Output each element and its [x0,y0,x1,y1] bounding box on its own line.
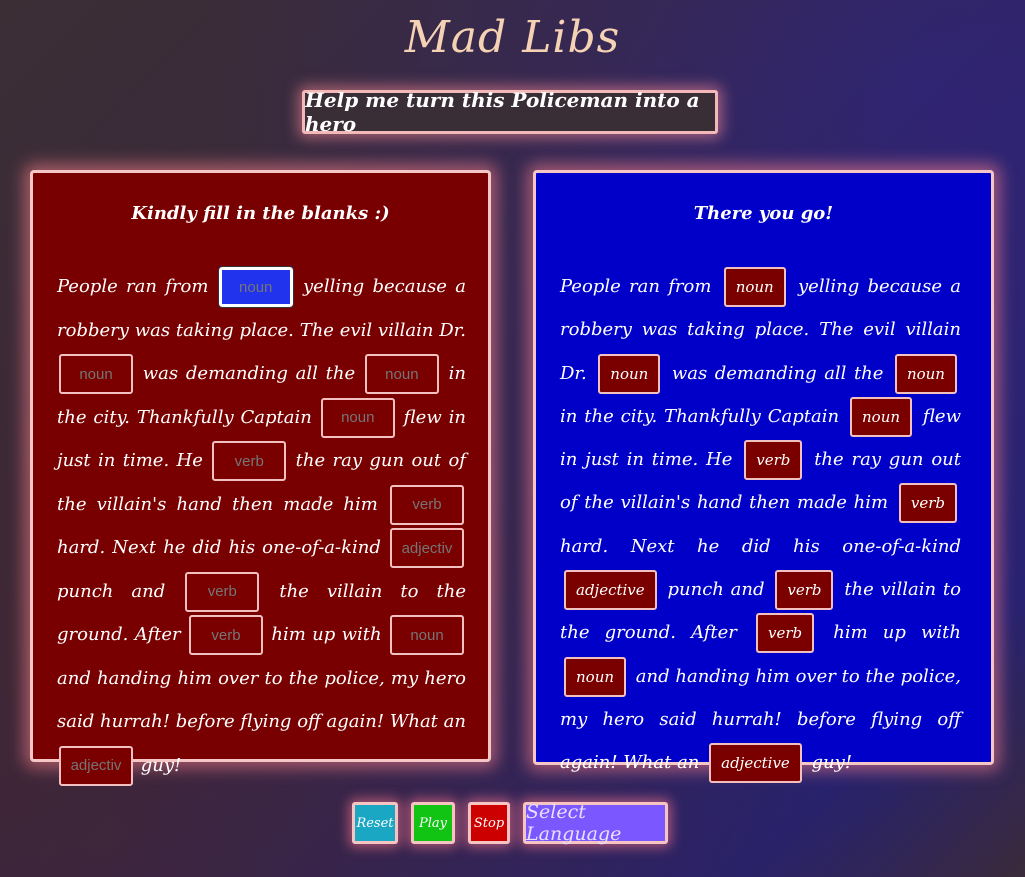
filled-word: noun [598,353,661,394]
filled-word: noun [723,267,786,307]
select-language-button[interactable]: Select Language [523,801,668,845]
story-text: was demanding all the [142,363,356,384]
blank-noun-2[interactable] [59,354,133,394]
filled-word: noun [850,396,913,437]
control-bar: Reset Play Stop Select Language [352,801,668,845]
story-text: guy! [811,752,853,774]
reset-button[interactable]: Reset [352,802,398,844]
story-text: People ran from [57,276,209,297]
blank-verb-1[interactable] [212,441,287,481]
blank-verb-4[interactable] [188,615,263,655]
filled-word: noun [894,353,957,394]
blank-verb-3[interactable] [185,571,260,612]
story-text: him up with [271,624,382,645]
blank-noun-3[interactable] [364,354,439,394]
filled-word: verb [898,483,957,524]
blank-adjective-2[interactable] [59,745,133,786]
filled-word: adjective [564,570,657,611]
result-story: People ran from noun yelling because a r… [560,265,961,785]
story-text: People ran from [560,276,712,297]
input-panel-heading: Kindly fill in the blanks :) [131,203,390,224]
blank-verb-2[interactable] [390,484,464,525]
filled-word: verb [744,440,803,481]
result-panel: There you go! People ran from noun yelli… [533,170,994,784]
stop-button[interactable]: Stop [468,802,510,844]
story-text: punch and [57,580,166,602]
story-text: him up with [833,622,961,644]
input-story: People ran from yelling because a robber… [57,265,466,787]
story-text: hard. Next he did his one-of-a-kind [560,535,961,557]
blank-noun-4[interactable] [320,397,395,438]
blank-noun-5[interactable] [390,615,464,655]
filled-word: verb [775,570,834,611]
story-text: and handing him over to the police, my h… [57,667,466,733]
input-panel: Kindly fill in the blanks :) People ran … [30,170,491,786]
filled-word: noun [564,656,627,697]
play-button[interactable]: Play [411,802,455,844]
story-text: punch and [667,579,765,601]
page-title: Mad Libs [404,12,621,63]
blank-adjective-1[interactable] [390,528,464,568]
filled-word: verb [756,613,815,654]
subtitle-banner: Help me turn this Policeman into a hero [302,88,718,136]
story-text: in the city. Thankfully Captain [560,405,840,427]
story-text: hard. Next he did his one-of-a-kind [57,537,381,558]
filled-word: adjective [709,743,802,784]
story-text: guy! [140,754,182,776]
story-text: was demanding all the [671,362,884,384]
blank-noun-1[interactable] [217,266,294,308]
result-panel-heading: There you go! [693,203,834,224]
